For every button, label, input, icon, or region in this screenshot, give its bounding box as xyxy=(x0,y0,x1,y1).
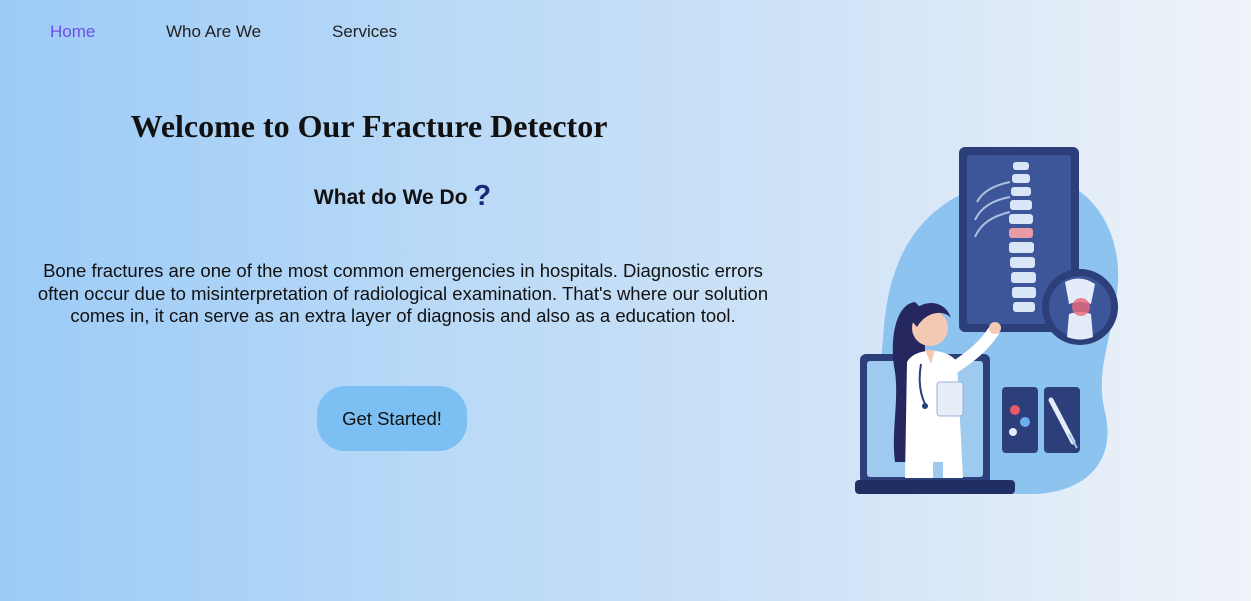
get-started-button[interactable]: Get Started! xyxy=(317,386,467,451)
question-mark: ? xyxy=(473,180,492,212)
laptop-base xyxy=(855,480,1015,494)
nav-link-who-are-we[interactable]: Who Are We xyxy=(166,22,261,42)
nav-link-home[interactable]: Home xyxy=(50,22,95,42)
hero-description: Bone fractures are one of the most commo… xyxy=(37,260,769,326)
section-subtitle: What do We Do ? xyxy=(0,180,805,213)
pills-card xyxy=(1002,387,1038,453)
page-title: Welcome to Our Fracture Detector xyxy=(130,108,608,144)
doctor-xray-illustration xyxy=(855,147,1119,494)
nav-link-services[interactable]: Services xyxy=(332,22,397,42)
subtitle-text: What do We Do xyxy=(313,186,468,209)
clipboard-icon xyxy=(936,381,964,417)
